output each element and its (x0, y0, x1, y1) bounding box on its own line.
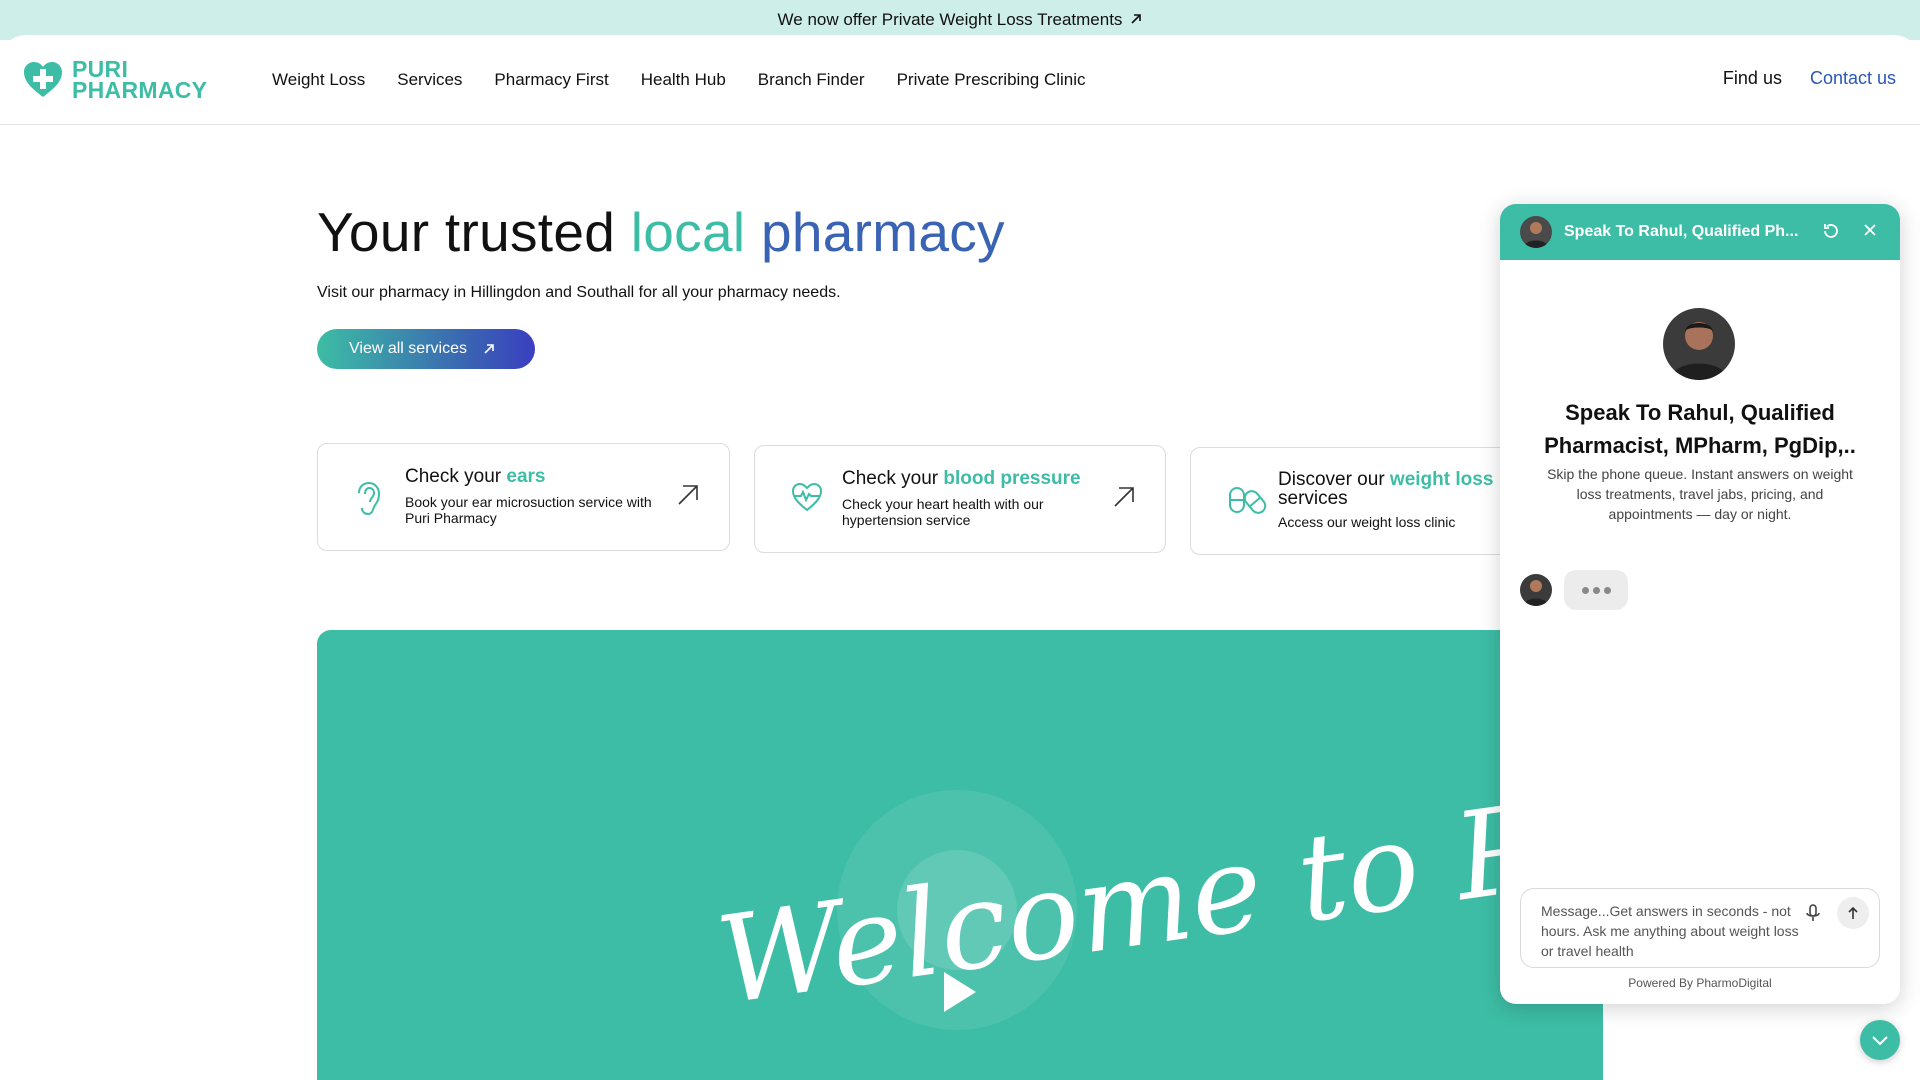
powered-by: Powered By PharmoDigital (1628, 976, 1772, 990)
avatar (1520, 216, 1552, 248)
arrow-up-right-icon (1114, 487, 1134, 507)
service-card-ears[interactable]: Check your ears Book your ear microsucti… (317, 443, 730, 551)
hero-title-part1: Your trusted (317, 201, 631, 263)
main-nav: Weight Loss Services Pharmacy First Heal… (272, 70, 1118, 90)
card-title: Check your ears (405, 466, 545, 488)
nav-pharmacy-first[interactable]: Pharmacy First (494, 70, 608, 90)
nav-weight-loss[interactable]: Weight Loss (272, 70, 365, 90)
logo-text: PURI PHARMACY (72, 58, 208, 103)
card-title-suffix: services (1278, 488, 1348, 509)
nav-health-hub[interactable]: Health Hub (641, 70, 726, 90)
card-title-prefix: Check your (405, 466, 507, 487)
contact-us-link[interactable]: Contact us (1810, 68, 1896, 89)
chat-toggle-button[interactable] (1860, 1020, 1900, 1060)
chat-message-input[interactable]: Message...Get answers in seconds - not h… (1520, 888, 1880, 968)
logo-line-2: PHARMACY (72, 77, 208, 103)
pills-icon (1229, 487, 1267, 514)
chat-header: Speak To Rahul, Qualified Ph... (1500, 204, 1900, 260)
service-card-weight-loss[interactable]: Discover our weight loss services Access… (1190, 447, 1520, 555)
agent-avatar (1663, 308, 1735, 380)
card-title-prefix: Discover our (1278, 469, 1390, 490)
nav-services[interactable]: Services (397, 70, 462, 90)
chevron-down-icon (1872, 1036, 1888, 1046)
nav-private-prescribing-clinic[interactable]: Private Prescribing Clinic (897, 70, 1086, 90)
welcome-video[interactable]: Welcome to Puri Pharmacy (317, 630, 1603, 1080)
card-description: Access our weight loss clinic (1278, 514, 1456, 530)
agent-name: Speak To Rahul, Qualified Pharmacist, MP… (1544, 400, 1856, 458)
card-title-highlight: blood pressure (943, 468, 1081, 489)
heart-pulse-icon (791, 482, 823, 512)
logo[interactable]: PURI PHARMACY (22, 58, 208, 103)
arrow-up-right-icon (484, 344, 494, 354)
hero-title-local: local (630, 201, 746, 263)
arrow-up-right-icon (1131, 14, 1142, 24)
card-title: Check your blood pressure (842, 468, 1081, 490)
find-us-link[interactable]: Find us (1723, 68, 1782, 89)
refresh-icon[interactable] (1822, 222, 1840, 240)
hero-subtitle: Visit our pharmacy in Hillingdon and Sou… (317, 284, 841, 301)
chat-intro: Skip the phone queue. Instant answers on… (1547, 466, 1853, 522)
microphone-icon[interactable] (1805, 903, 1821, 923)
card-title-highlight: ears (506, 466, 546, 487)
close-icon[interactable] (1862, 222, 1878, 238)
card-title-highlight: weight loss (1389, 469, 1494, 490)
site-header: PURI PHARMACY Weight Loss Services Pharm… (0, 35, 1920, 125)
chat-header-title: Speak To Rahul, Qualified Ph... (1564, 223, 1799, 240)
nav-branch-finder[interactable]: Branch Finder (758, 70, 865, 90)
card-title: Discover our weight loss services (1278, 470, 1498, 508)
chat-widget: Speak To Rahul, Qualified Ph... Speak To… (1500, 204, 1900, 1004)
send-button[interactable] (1837, 897, 1869, 929)
hero-title: Your trusted local pharmacy (317, 200, 1005, 264)
service-card-blood-pressure[interactable]: Check your blood pressure Check your hea… (754, 445, 1166, 553)
view-all-services-label: View all services (349, 340, 467, 357)
card-description: Book your ear microsuction service with … (405, 494, 652, 526)
ear-icon (358, 481, 381, 516)
play-icon[interactable] (940, 970, 980, 1014)
card-description: Check your heart health with our hyperte… (842, 496, 1044, 528)
typing-indicator (1564, 570, 1628, 610)
announcement-bar[interactable]: We now offer Private Weight Loss Treatme… (0, 0, 1920, 40)
chat-input-placeholder: Message...Get answers in seconds - not h… (1541, 903, 1799, 959)
welcome-script: Welcome to Puri Pharmacy (710, 665, 1603, 1032)
header-actions: Find us Contact us (1723, 68, 1896, 89)
card-title-prefix: Check your (842, 468, 944, 489)
avatar (1520, 574, 1552, 606)
heart-cross-logo-icon (24, 62, 62, 97)
hero-title-pharmacy: pharmacy (745, 201, 1005, 263)
view-all-services-button[interactable]: View all services (317, 329, 535, 369)
arrow-up-icon (1848, 906, 1858, 919)
arrow-up-right-icon (678, 485, 698, 505)
